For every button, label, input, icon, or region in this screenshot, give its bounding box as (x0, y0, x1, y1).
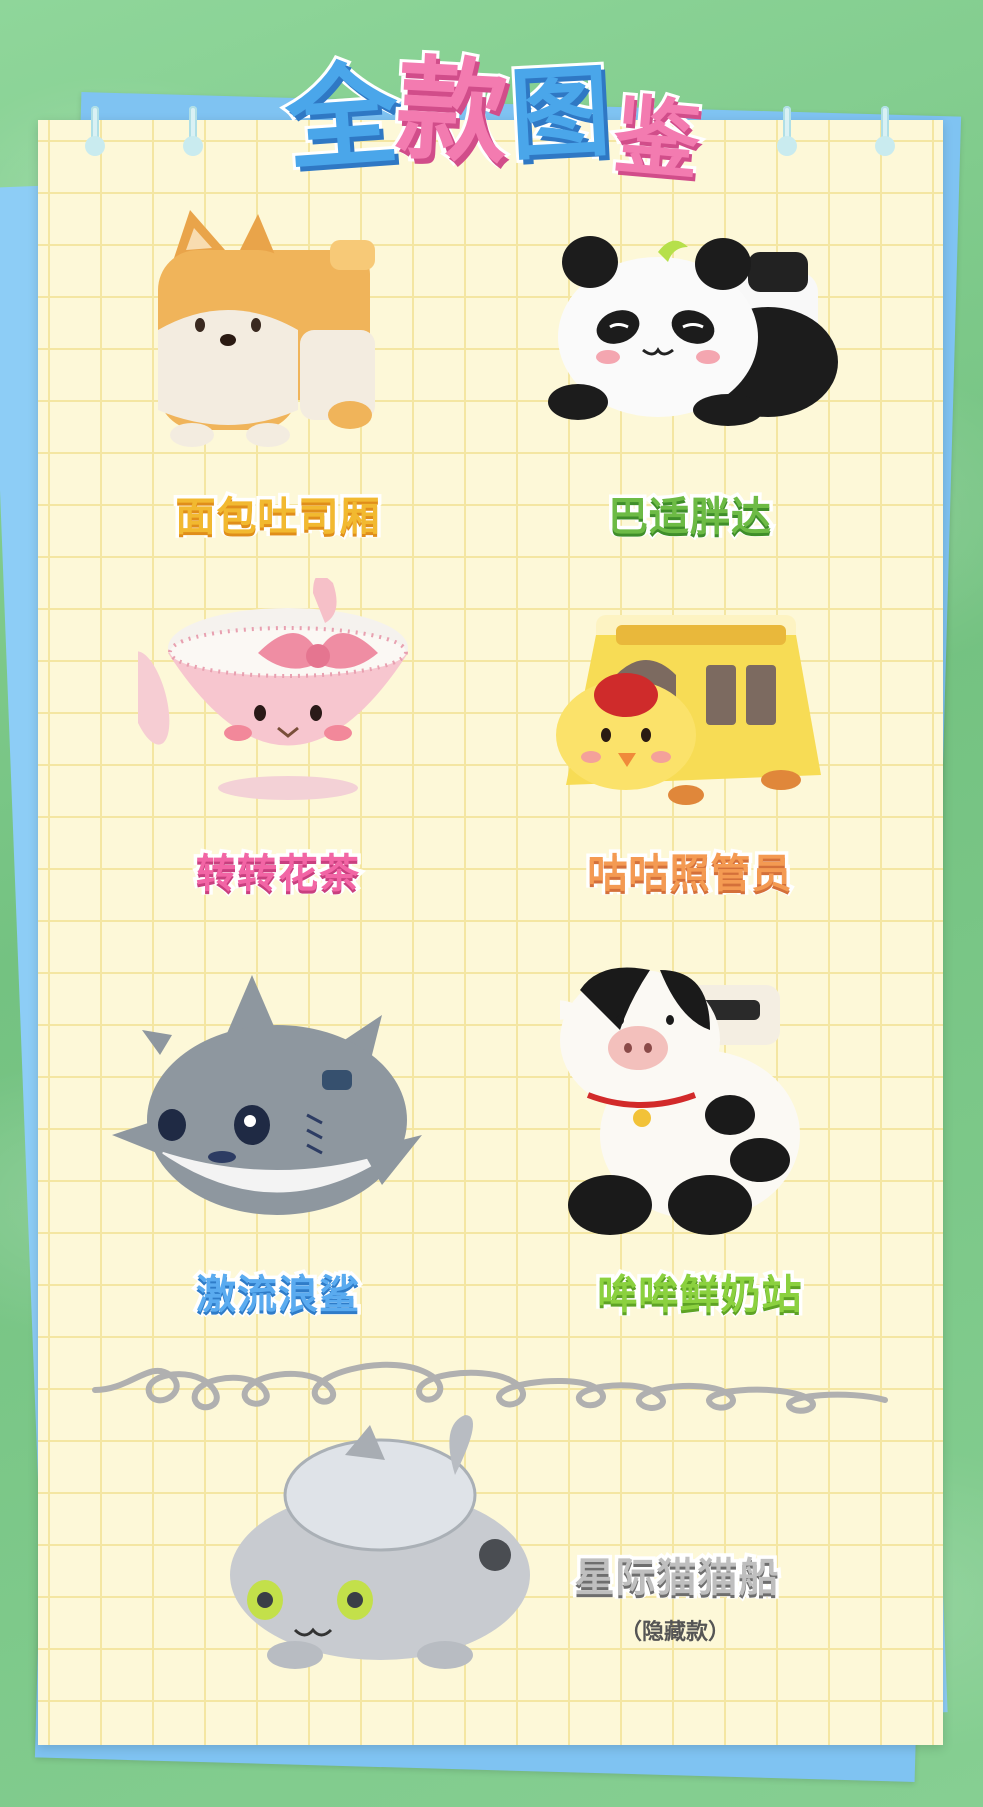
title-char: 鉴 (607, 82, 707, 195)
cow-plush-icon (560, 967, 800, 1235)
item-label: 哞哞鲜奶站 (594, 1272, 805, 1319)
binder-ring-icon (176, 106, 210, 162)
title-char: 款 (390, 41, 515, 183)
item-label: 咕咕照管员 (584, 851, 795, 898)
item-label: 面包吐司厢 (172, 494, 383, 541)
title-char: 全 (279, 46, 406, 189)
title-char: 图 (504, 49, 616, 177)
item-label: 激流浪鲨 (193, 1272, 363, 1319)
bunny-teacup-plush-icon (138, 578, 408, 800)
binder-ring-icon (770, 106, 804, 162)
shark-plush-icon (112, 975, 422, 1215)
item-label: 转转花茶 (193, 851, 363, 898)
binder-ring-icon (868, 106, 902, 162)
binder-ring-icon (78, 106, 112, 162)
page-title: 全 款 图 鉴 (278, 26, 718, 226)
chick-schoolbus-plush-icon (556, 615, 821, 805)
cat-ufo-plush-icon (230, 1415, 530, 1669)
hidden-item-note: （隐藏款） (620, 1620, 731, 1645)
panda-plush-icon (548, 236, 838, 426)
hidden-item-label: 星际猫猫船 (571, 1555, 782, 1602)
item-label: 巴适胖达 (605, 494, 775, 541)
corgi-plush-icon (158, 210, 375, 447)
